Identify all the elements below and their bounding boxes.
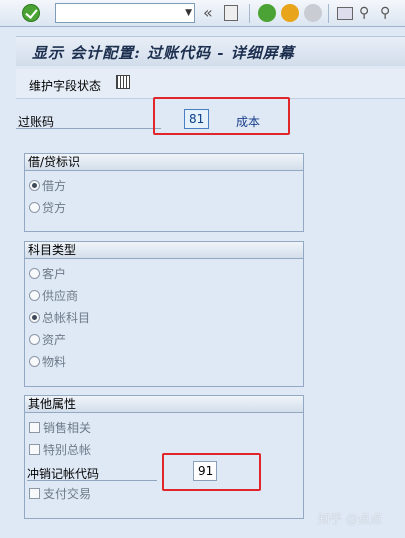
checkbox-special-gl[interactable]: 特别总帐: [29, 441, 91, 459]
radio-label: 客户: [42, 267, 67, 281]
radio-empty-icon: [29, 202, 40, 213]
page-title: 显示 会计配置: 过账代码 - 详细屏幕: [32, 44, 295, 62]
checkbox-icon: [29, 488, 40, 499]
system-toolbar: ▼ « ⚲ ⚲: [0, 0, 405, 27]
toolbar-separator: [249, 4, 250, 23]
radio-gl-account[interactable]: 总帐科目: [29, 309, 90, 327]
find-icon[interactable]: ⚲: [359, 2, 369, 24]
back-icon[interactable]: [258, 4, 276, 22]
radio-label: 资产: [42, 333, 67, 347]
radio-material[interactable]: 物料: [29, 353, 66, 371]
title-bar: 显示 会计配置: 过账代码 - 详细屏幕: [16, 36, 405, 66]
find-next-icon[interactable]: ⚲: [380, 2, 390, 24]
collapse-icon[interactable]: «: [203, 2, 213, 24]
radio-selected-icon: [29, 312, 40, 323]
print-icon[interactable]: [337, 7, 353, 20]
group-debit-credit: 借/贷标识 借方 贷方: [24, 153, 304, 232]
radio-label: 供应商: [42, 289, 79, 303]
checkbox-icon: [29, 422, 40, 433]
radio-credit[interactable]: 贷方: [29, 199, 66, 217]
checkbox-icon: [29, 444, 40, 455]
radio-label: 总帐科目: [42, 311, 91, 325]
label-underline: [27, 480, 157, 481]
radio-label: 物料: [42, 355, 67, 369]
radio-empty-icon: [29, 356, 40, 367]
group-header: 借/贷标识: [25, 154, 303, 171]
cancel-icon[interactable]: [304, 4, 322, 22]
enter-icon[interactable]: [22, 4, 40, 22]
highlight-box-posting-key: [153, 97, 290, 135]
checkbox-label: 支付交易: [43, 487, 92, 501]
save-icon[interactable]: [224, 5, 238, 21]
radio-label: 贷方: [42, 201, 67, 215]
radio-label: 借方: [42, 179, 67, 193]
checkbox-sales-related[interactable]: 销售相关: [29, 419, 91, 437]
radio-assets[interactable]: 资产: [29, 331, 66, 349]
group-account-type: 科目类型 客户 供应商 总帐科目 资产 物料: [24, 241, 304, 387]
group-header: 科目类型: [25, 242, 303, 259]
radio-empty-icon: [29, 268, 40, 279]
highlight-box-reversal-key: [162, 453, 261, 491]
checkbox-label: 销售相关: [43, 421, 92, 435]
radio-debit[interactable]: 借方: [29, 177, 66, 195]
watermark: 知乎 @点点: [318, 512, 382, 526]
exit-icon[interactable]: [281, 4, 299, 22]
radio-customer[interactable]: 客户: [29, 265, 66, 283]
maintain-field-status-button[interactable]: 维护字段状态: [29, 77, 101, 94]
radio-empty-icon: [29, 290, 40, 301]
group-header: 其他属性: [25, 396, 303, 413]
radio-selected-icon: [29, 180, 40, 191]
checkbox-payment-transaction[interactable]: 支付交易: [29, 485, 91, 503]
label-underline: [16, 128, 161, 129]
radio-empty-icon: [29, 334, 40, 345]
checkbox-label: 特别总帐: [43, 443, 92, 457]
command-dropdown-icon[interactable]: ▼: [185, 8, 192, 18]
toolbar-separator: [328, 4, 329, 23]
radio-vendor[interactable]: 供应商: [29, 287, 78, 305]
command-field[interactable]: ▼: [55, 3, 195, 23]
field-status-icon[interactable]: [116, 75, 130, 89]
application-toolbar: 维护字段状态: [16, 69, 405, 99]
